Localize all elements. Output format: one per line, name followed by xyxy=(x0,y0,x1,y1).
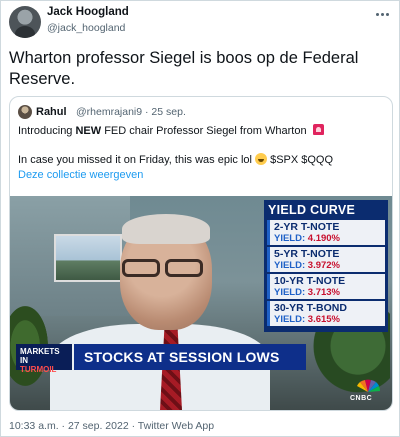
yield-card: 10-YR T-NOTE YIELD: 3.713% xyxy=(267,274,385,299)
yield-value-line: YIELD: 3.713% xyxy=(274,287,341,298)
tweet-timestamp[interactable]: 10:33 a.m. · 27 sep. 2022 · Twitter Web … xyxy=(9,420,214,432)
background-painting xyxy=(54,234,122,282)
quoted-author-avatar xyxy=(18,105,32,119)
quoted-text-line-2: In case you missed it on Friday, this wa… xyxy=(18,153,334,166)
view-collection-link[interactable]: Deze collectie weergeven xyxy=(18,169,143,181)
yield-card: 5-YR T-NOTE YIELD: 3.972% xyxy=(267,247,385,272)
author-name[interactable]: Jack Hoogland xyxy=(47,6,129,18)
network-label: CNBC xyxy=(350,395,373,402)
author-avatar[interactable] xyxy=(9,6,41,38)
yield-curve-panel: YIELD CURVE 2-YR T-NOTE YIELD: 4.190% 5-… xyxy=(264,200,388,332)
yield-curve-title: YIELD CURVE xyxy=(268,203,356,217)
lower-third: MARKETS IN TURMOIL STOCKS AT SESSION LOW… xyxy=(10,344,392,374)
quoted-author-meta: @rhemrajani9 · 25 sep. xyxy=(76,106,186,118)
author-handle[interactable]: @jack_hoogland xyxy=(47,22,125,34)
laughing-emoji xyxy=(255,153,268,165)
headline-banner: STOCKS AT SESSION LOWS xyxy=(74,344,306,370)
yield-value-line: YIELD: 4.190% xyxy=(274,233,341,244)
yield-label: 5-YR T-NOTE xyxy=(274,248,340,260)
speaker-hair xyxy=(122,214,210,244)
yield-card: 30-YR T-BOND YIELD: 3.615% xyxy=(267,301,385,326)
yield-label: 30-YR T-BOND xyxy=(274,302,347,314)
video-player[interactable]: YIELD CURVE 2-YR T-NOTE YIELD: 4.190% 5-… xyxy=(10,196,392,410)
tweet-text: Wharton professor Siegel is boos op de F… xyxy=(9,49,359,88)
glasses-icon xyxy=(122,259,160,277)
glasses-icon xyxy=(165,259,203,277)
more-options-icon[interactable] xyxy=(369,5,395,23)
yield-label: 10-YR T-NOTE xyxy=(274,275,346,287)
yield-value-line: YIELD: 3.615% xyxy=(274,314,341,325)
markets-in-turmoil-tag: MARKETS IN TURMOIL xyxy=(16,344,72,374)
yield-value-line: YIELD: 3.972% xyxy=(274,260,341,271)
tweet-card: Jack Hoogland @jack_hoogland Wharton pro… xyxy=(0,0,400,437)
yield-card: 2-YR T-NOTE YIELD: 4.190% xyxy=(267,220,385,245)
police-siren-emoji xyxy=(312,124,324,135)
yield-label: 2-YR T-NOTE xyxy=(274,221,340,233)
quoted-tweet[interactable]: Rahul @rhemrajani9 · 25 sep. Introducing… xyxy=(9,96,393,411)
quoted-text-line-1: Introducing NEW FED chair Professor Sieg… xyxy=(18,124,324,137)
quoted-author-name: Rahul xyxy=(36,106,67,118)
